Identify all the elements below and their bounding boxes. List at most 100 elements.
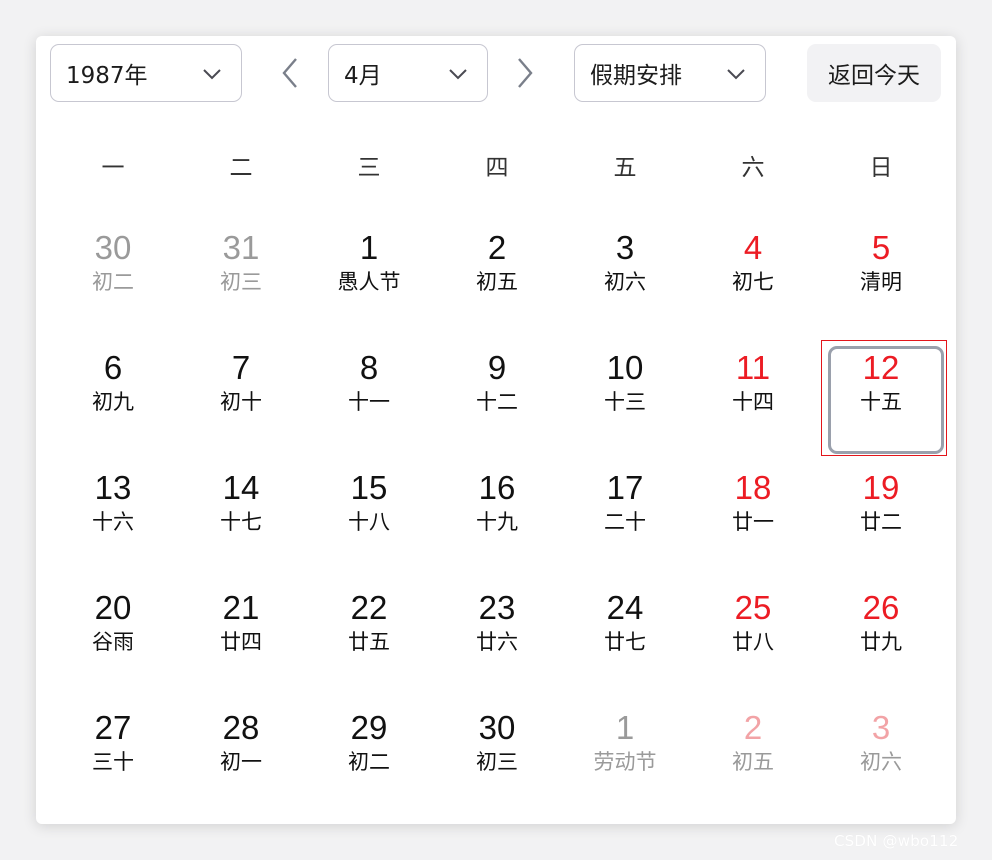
lunar-date: 初十 — [220, 390, 262, 414]
lunar-date: 初二 — [348, 750, 390, 774]
day-cell[interactable]: 4 初七 — [689, 216, 817, 336]
weekday-label: 五 — [613, 155, 637, 181]
lunar-date: 二十 — [604, 510, 646, 534]
lunar-date: 十三 — [604, 390, 646, 414]
day-cell[interactable]: 18 廿一 — [689, 456, 817, 576]
lunar-date: 廿六 — [476, 630, 518, 654]
day-number: 16 — [478, 469, 516, 506]
chevron-down-icon — [203, 69, 221, 80]
day-cell[interactable]: 8 十一 — [305, 336, 433, 456]
day-cell[interactable]: 3 初六 — [817, 696, 945, 816]
lunar-date: 十八 — [348, 510, 390, 534]
day-cell[interactable]: 7 初十 — [177, 336, 305, 456]
day-number: 5 — [871, 229, 891, 266]
chevron-down-icon — [449, 69, 467, 80]
day-cell[interactable]: 13 十六 — [49, 456, 177, 576]
day-number: 29 — [350, 709, 388, 746]
lunar-date: 初三 — [220, 270, 262, 294]
day-cell[interactable]: 14 十七 — [177, 456, 305, 576]
calendar-panel: 1987年 4月 假期安排 返回今天 一 二 三 四 五 六 日 30 初二 31 初… — [36, 36, 956, 824]
day-cell[interactable]: 10 十三 — [561, 336, 689, 456]
weekday-header: 一 二 三 四 五 六 日 — [49, 148, 945, 188]
lunar-date: 初五 — [476, 270, 518, 294]
weekday-label: 一 — [101, 155, 125, 181]
day-number: 7 — [231, 349, 251, 386]
day-cell[interactable]: 3 初六 — [561, 216, 689, 336]
lunar-date: 廿五 — [348, 630, 390, 654]
day-number: 30 — [478, 709, 516, 746]
lunar-date: 三十 — [92, 750, 134, 774]
day-grid: 30 初二 31 初三 1 愚人节 2 初五 3 初六 4 初七 5 清明 6 初九 7 初十 8 十一 9 十二 10 十三… — [49, 216, 947, 816]
day-number: 27 — [94, 709, 132, 746]
back-to-today-button[interactable]: 返回今天 — [807, 44, 941, 102]
day-number: 14 — [222, 469, 260, 506]
day-number: 20 — [94, 589, 132, 626]
day-cell[interactable]: 16 十九 — [433, 456, 561, 576]
day-cell[interactable]: 19 廿二 — [817, 456, 945, 576]
year-select-value: 1987年 — [66, 63, 148, 89]
weekday-label: 四 — [485, 155, 509, 181]
weekday-label: 日 — [869, 155, 893, 181]
holiday-select[interactable]: 假期安排 — [574, 44, 766, 102]
day-number: 10 — [606, 349, 644, 386]
day-cell[interactable]: 1 愚人节 — [305, 216, 433, 336]
day-cell[interactable]: 6 初九 — [49, 336, 177, 456]
day-cell[interactable]: 30 初三 — [433, 696, 561, 816]
day-number: 3 — [615, 229, 635, 266]
day-cell[interactable]: 15 十八 — [305, 456, 433, 576]
day-number: 17 — [606, 469, 644, 506]
day-cell[interactable]: 28 初一 — [177, 696, 305, 816]
day-cell[interactable]: 25 廿八 — [689, 576, 817, 696]
month-select[interactable]: 4月 — [328, 44, 488, 102]
day-cell[interactable]: 27 三十 — [49, 696, 177, 816]
lunar-date: 十四 — [732, 390, 774, 414]
lunar-date: 十一 — [348, 390, 390, 414]
day-cell[interactable]: 31 初三 — [177, 216, 305, 336]
day-cell[interactable]: 17 二十 — [561, 456, 689, 576]
holiday-select-value: 假期安排 — [590, 63, 682, 89]
day-number: 6 — [103, 349, 123, 386]
lunar-date: 愚人节 — [337, 270, 401, 294]
day-cell[interactable]: 11 十四 — [689, 336, 817, 456]
day-cell[interactable]: 5 清明 — [817, 216, 945, 336]
day-cell[interactable]: 22 廿五 — [305, 576, 433, 696]
next-month-button[interactable] — [515, 56, 535, 90]
day-number: 18 — [734, 469, 772, 506]
year-select[interactable]: 1987年 — [50, 44, 242, 102]
day-number: 23 — [478, 589, 516, 626]
day-cell[interactable]: 24 廿七 — [561, 576, 689, 696]
lunar-date: 初三 — [476, 750, 518, 774]
day-cell[interactable]: 26 廿九 — [817, 576, 945, 696]
lunar-date: 十七 — [220, 510, 262, 534]
weekday-label: 二 — [229, 155, 253, 181]
day-cell[interactable]: 9 十二 — [433, 336, 561, 456]
lunar-date: 清明 — [860, 270, 902, 294]
lunar-date: 劳动节 — [593, 750, 657, 774]
day-cell[interactable]: 30 初二 — [49, 216, 177, 336]
day-number: 22 — [350, 589, 388, 626]
day-cell[interactable]: 2 初五 — [433, 216, 561, 336]
day-cell[interactable]: 20 谷雨 — [49, 576, 177, 696]
lunar-date: 廿八 — [732, 630, 774, 654]
day-number: 11 — [735, 349, 771, 386]
day-number: 26 — [862, 589, 900, 626]
lunar-date: 初五 — [732, 750, 774, 774]
day-cell[interactable]: 12 十五 — [817, 336, 947, 456]
month-select-value: 4月 — [344, 63, 382, 89]
lunar-date: 初一 — [220, 750, 262, 774]
day-cell[interactable]: 21 廿四 — [177, 576, 305, 696]
chevron-down-icon — [727, 69, 745, 80]
weekday-label: 三 — [357, 155, 381, 181]
lunar-date: 廿七 — [604, 630, 646, 654]
day-number: 1 — [615, 709, 635, 746]
day-cell[interactable]: 1 劳动节 — [561, 696, 689, 816]
lunar-date: 廿四 — [220, 630, 262, 654]
lunar-date: 初六 — [604, 270, 646, 294]
prev-month-button[interactable] — [280, 56, 300, 90]
day-number: 21 — [222, 589, 260, 626]
lunar-date: 十六 — [92, 510, 134, 534]
day-cell[interactable]: 23 廿六 — [433, 576, 561, 696]
day-cell[interactable]: 29 初二 — [305, 696, 433, 816]
day-number: 8 — [359, 349, 379, 386]
day-cell[interactable]: 2 初五 — [689, 696, 817, 816]
